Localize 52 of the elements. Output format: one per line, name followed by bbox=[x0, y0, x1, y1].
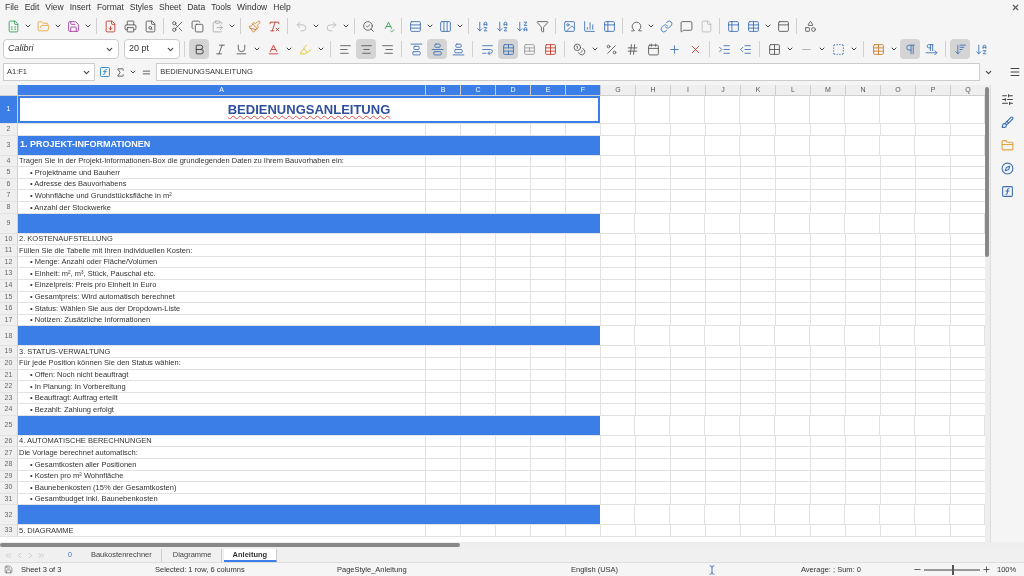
align-center-icon[interactable] bbox=[356, 39, 376, 59]
menu-item[interactable]: View bbox=[42, 1, 67, 14]
dropdown-caret-icon[interactable] bbox=[228, 22, 236, 30]
menu-item[interactable]: File bbox=[2, 1, 22, 14]
gallery-icon[interactable] bbox=[1001, 139, 1014, 152]
wrap-text-icon[interactable] bbox=[950, 39, 970, 59]
sum-icon[interactable] bbox=[114, 66, 126, 78]
dropdown-caret-icon[interactable] bbox=[456, 22, 464, 30]
dropdown-caret-icon[interactable] bbox=[129, 68, 138, 76]
properties-icon[interactable] bbox=[1001, 93, 1014, 106]
dropdown-caret-icon[interactable] bbox=[426, 22, 434, 30]
menu-item[interactable]: Help bbox=[270, 1, 294, 14]
dropdown-caret-icon[interactable] bbox=[764, 22, 772, 30]
zoom-in-icon[interactable] bbox=[982, 565, 991, 574]
menu-item[interactable]: Window bbox=[234, 1, 271, 14]
navigator-icon[interactable] bbox=[1001, 162, 1014, 175]
dropdown-caret-icon[interactable] bbox=[253, 45, 261, 53]
menu-item[interactable]: Insert bbox=[66, 1, 94, 14]
font-name-field[interactable]: Calibri bbox=[3, 39, 119, 59]
selection-mode-icon[interactable] bbox=[707, 564, 717, 575]
dropdown-caret-icon[interactable] bbox=[786, 45, 794, 53]
styles-icon[interactable] bbox=[1001, 116, 1014, 129]
dropdown-caret-icon[interactable] bbox=[890, 45, 898, 53]
close-icon[interactable] bbox=[1011, 3, 1020, 12]
functions-icon[interactable] bbox=[1001, 185, 1014, 198]
dropdown-caret-icon[interactable] bbox=[818, 45, 826, 53]
dropdown-caret-icon[interactable] bbox=[342, 22, 350, 30]
dropdown-caret-icon[interactable] bbox=[285, 45, 293, 53]
menu-item[interactable]: Edit bbox=[21, 1, 43, 14]
horizontal-scrollbar[interactable] bbox=[0, 543, 460, 547]
font-size-field[interactable]: 20 pt bbox=[124, 39, 180, 59]
menu-item[interactable]: Styles bbox=[126, 1, 156, 14]
dropdown-caret-icon[interactable] bbox=[647, 22, 655, 30]
dropdown-caret-icon[interactable] bbox=[24, 22, 32, 30]
vertical-scrollbar[interactable] bbox=[985, 87, 989, 257]
dropdown-caret-icon[interactable] bbox=[850, 45, 858, 53]
dropdown-caret-icon[interactable] bbox=[312, 22, 320, 30]
menu-item[interactable]: Sheet bbox=[156, 1, 185, 14]
function-wizard-icon[interactable] bbox=[98, 66, 111, 78]
align-middle-icon[interactable] bbox=[427, 39, 447, 59]
dropdown-caret-icon[interactable] bbox=[54, 22, 62, 30]
sidebar-menu-icon[interactable] bbox=[1009, 66, 1021, 78]
menu-item[interactable]: Tools bbox=[208, 1, 234, 14]
bold-icon[interactable] bbox=[189, 39, 209, 59]
menu-item[interactable]: Data bbox=[184, 1, 209, 14]
menu-item[interactable]: Format bbox=[93, 1, 127, 14]
title-cell: BEDIENUNGSANLEITUNG bbox=[18, 96, 600, 123]
save-status-icon[interactable] bbox=[4, 565, 13, 574]
dropdown-caret-icon[interactable] bbox=[84, 22, 92, 30]
dropdown-caret-icon[interactable] bbox=[591, 45, 599, 53]
dropdown-caret-icon[interactable] bbox=[317, 45, 325, 53]
merge-cells-icon[interactable] bbox=[498, 39, 518, 59]
